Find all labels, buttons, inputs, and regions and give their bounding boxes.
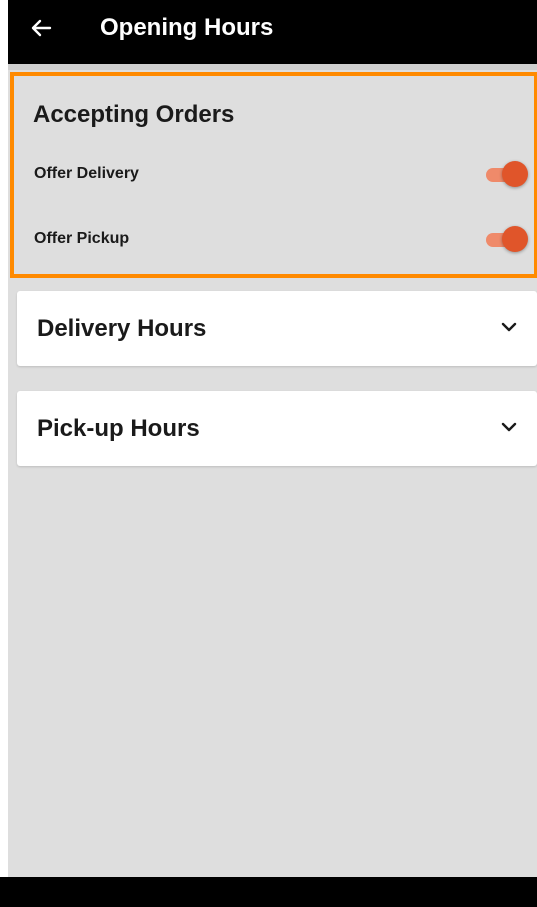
offer-pickup-toggle[interactable] (482, 224, 528, 256)
offer-pickup-row: Offer Pickup (14, 220, 534, 260)
chevron-down-icon (501, 322, 517, 332)
offer-pickup-label: Offer Pickup (34, 230, 130, 247)
accepting-orders-panel: Accepting Orders Offer Delivery Offer Pi… (10, 72, 537, 278)
app-bar: Opening Hours (8, 0, 537, 64)
toggle-thumb (502, 226, 528, 252)
toggle-thumb (502, 161, 528, 187)
chevron-down-icon (501, 422, 517, 432)
delivery-hours-section[interactable]: Delivery Hours (17, 291, 537, 366)
system-navigation-bar (0, 877, 537, 907)
left-edge-strip (0, 0, 8, 907)
page-title: Opening Hours (100, 14, 274, 41)
pickup-hours-title: Pick-up Hours (37, 415, 200, 442)
pickup-hours-section[interactable]: Pick-up Hours (17, 391, 537, 466)
appbar-divider (8, 64, 537, 70)
arrow-left-icon (31, 19, 52, 37)
offer-delivery-label: Offer Delivery (34, 165, 139, 182)
offer-delivery-toggle[interactable] (482, 159, 528, 191)
delivery-hours-title: Delivery Hours (37, 315, 207, 342)
back-button[interactable] (26, 10, 56, 46)
offer-delivery-row: Offer Delivery (14, 155, 534, 195)
accepting-orders-title: Accepting Orders (33, 101, 235, 128)
